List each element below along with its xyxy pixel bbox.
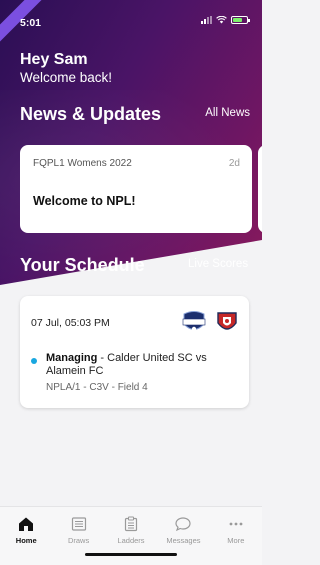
news-card[interactable]: FQPL1 Womens 2022 2d Welcome to NPL! (20, 145, 252, 233)
home-team-crest-icon (182, 311, 206, 332)
tab-home-label: Home (15, 536, 37, 545)
news-section-title: News & Updates (20, 104, 162, 124)
tab-draws[interactable]: Draws (52, 507, 104, 565)
news-card-age: 2d (228, 158, 240, 169)
match-description: Managing - Calder United SC vs Alamein F… (46, 352, 241, 378)
wifi-icon (216, 16, 227, 24)
match-card[interactable]: 07 Jul, 05:03 PM Managing - Calder Unite… (20, 296, 249, 408)
home-icon (17, 515, 35, 533)
match-status-dot (31, 358, 37, 364)
live-scores-link[interactable]: Live Scores (188, 258, 262, 270)
tab-ladders[interactable]: Ladders (105, 507, 157, 565)
header-background (0, 0, 262, 285)
all-news-link[interactable]: All News (205, 107, 250, 119)
more-icon (227, 515, 245, 533)
signal-icon (201, 16, 212, 24)
tab-messages[interactable]: Messages (157, 507, 209, 565)
schedule-section-title: Your Schedule (20, 255, 145, 275)
draws-icon (70, 515, 88, 533)
greeting-subtitle: Welcome back! (20, 70, 113, 85)
tab-more-label: More (227, 536, 245, 545)
ladders-icon (122, 515, 140, 533)
match-meta: NPLA/1 - C3V - Field 4 (46, 382, 148, 393)
match-role: Managing (46, 352, 98, 364)
tab-home[interactable]: Home (0, 507, 52, 565)
greeting-title: Hey Sam (20, 51, 88, 68)
tab-more[interactable]: More (210, 507, 262, 565)
status-time: 5:01 (20, 17, 42, 29)
tab-bar: Home Draws Ladders Messages More (0, 506, 262, 565)
tab-ladders-label: Ladders (117, 536, 145, 545)
app-screen: 5:01 Hey Sam Welcome back! News & Update… (0, 0, 262, 565)
next-news-card[interactable] (258, 145, 262, 233)
news-card-league: FQPL1 Womens 2022 (33, 158, 132, 169)
messages-icon (174, 515, 192, 533)
status-icons (201, 16, 250, 24)
home-indicator (85, 553, 177, 556)
news-card-headline: Welcome to NPL! (33, 194, 136, 208)
away-team-crest-icon (217, 312, 237, 330)
tab-messages-label: Messages (166, 536, 201, 545)
tab-draws-label: Draws (67, 536, 90, 545)
battery-icon (231, 16, 250, 24)
match-date: 07 Jul, 05:03 PM (31, 317, 110, 329)
